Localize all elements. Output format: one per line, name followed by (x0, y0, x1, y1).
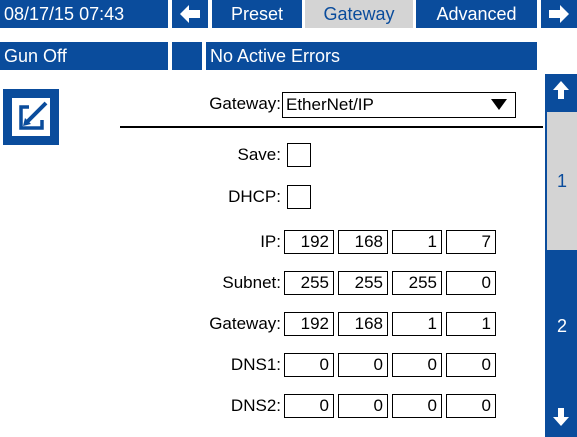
arrow-down-icon (553, 408, 569, 426)
dns2-label: DNS2: (230, 396, 281, 415)
dns2-octet-2[interactable]: 0 (338, 394, 388, 418)
dns2-octet-4[interactable]: 0 (446, 394, 496, 418)
subnet-octet-1[interactable]: 255 (284, 271, 334, 295)
tab-gateway[interactable]: Gateway (305, 0, 413, 28)
arrow-left-icon (180, 5, 200, 23)
prev-tab-button[interactable] (172, 0, 208, 28)
edit-button[interactable] (3, 89, 59, 145)
dhcp-checkbox[interactable] (287, 185, 311, 209)
ip-octet-2[interactable]: 168 (338, 230, 388, 254)
gun-status: Gun Off (0, 42, 168, 70)
tab-preset[interactable]: Preset (212, 0, 302, 28)
dns2-octet-3[interactable]: 0 (392, 394, 442, 418)
next-tab-button[interactable] (541, 0, 577, 28)
dhcp-label: DHCP: (228, 187, 281, 206)
page-1-button[interactable]: 1 (547, 112, 577, 250)
gateway-type-select[interactable]: EtherNet/IP (282, 92, 516, 118)
gateway-type-label: Gateway: (209, 94, 281, 113)
dns1-label: DNS1: (230, 355, 281, 374)
gateway-octet-2[interactable]: 168 (338, 312, 388, 336)
subnet-octet-3[interactable]: 255 (392, 271, 442, 295)
page-1-label: 1 (556, 170, 567, 191)
ip-octet-4[interactable]: 7 (446, 230, 496, 254)
ip-label: IP: (260, 232, 281, 251)
dns1-octet-2[interactable]: 0 (338, 353, 388, 377)
chevron-down-icon (491, 99, 507, 110)
page-2-label: 2 (556, 315, 567, 336)
gateway-octet-3[interactable]: 1 (392, 312, 442, 336)
dns1-octet-3[interactable]: 0 (392, 353, 442, 377)
datetime: 08/17/15 07:43 (0, 0, 168, 28)
divider (120, 126, 543, 128)
gateway-octet-4[interactable]: 1 (446, 312, 496, 336)
ip-octet-1[interactable]: 192 (284, 230, 334, 254)
dns1-octet-1[interactable]: 0 (284, 353, 334, 377)
subnet-octet-2[interactable]: 255 (338, 271, 388, 295)
arrow-up-icon (553, 81, 569, 99)
tab-advanced[interactable]: Advanced (416, 0, 537, 28)
subnet-label: Subnet: (222, 273, 281, 292)
scroll-up-button[interactable] (545, 76, 577, 104)
save-label: Save: (237, 145, 281, 164)
status-indicator (172, 42, 202, 70)
page-2-button[interactable]: 2 (547, 256, 577, 396)
gateway-octet-1[interactable]: 192 (284, 312, 334, 336)
dns2-octet-1[interactable]: 0 (284, 394, 334, 418)
ip-octet-3[interactable]: 1 (392, 230, 442, 254)
save-checkbox[interactable] (287, 143, 311, 167)
gateway-address-label: Gateway: (209, 314, 281, 333)
gateway-type-value: EtherNet/IP (286, 95, 374, 114)
scroll-down-button[interactable] (545, 402, 577, 432)
dns1-octet-4[interactable]: 0 (446, 353, 496, 377)
error-status: No Active Errors (206, 42, 537, 70)
edit-icon (12, 98, 50, 136)
arrow-right-icon (549, 5, 569, 23)
subnet-octet-4[interactable]: 0 (446, 271, 496, 295)
